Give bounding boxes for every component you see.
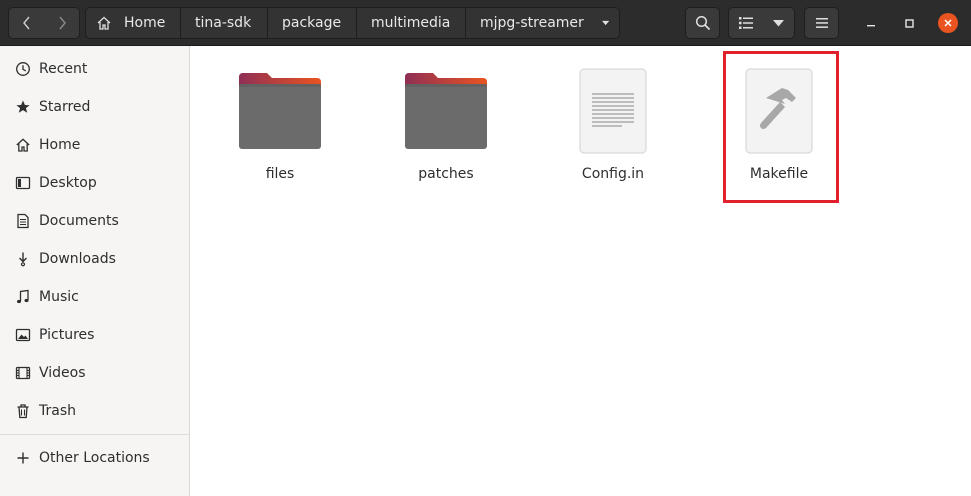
file-item-files[interactable]: files — [220, 56, 340, 186]
sidebar-divider — [0, 434, 189, 435]
sidebar-item-music[interactable]: Music — [0, 278, 189, 316]
file-name: Config.in — [581, 166, 645, 182]
view-options-button[interactable] — [762, 7, 795, 39]
video-icon — [15, 366, 31, 380]
breadcrumb-multimedia[interactable]: multimedia — [357, 7, 466, 39]
home-icon — [16, 138, 30, 152]
sidebar-item-label: Documents — [39, 213, 119, 229]
file-name: patches — [418, 166, 474, 182]
sidebar-item-label: Recent — [39, 61, 88, 77]
sidebar-item-label: Videos — [39, 365, 86, 381]
sidebar-item-label: Home — [39, 137, 81, 153]
music-icon — [17, 289, 29, 304]
sidebar-item-label: Downloads — [39, 251, 116, 267]
header-bar: Home tina-sdk package multimedia mjpg-st… — [0, 0, 971, 46]
minimize-button[interactable] — [861, 13, 881, 33]
back-button[interactable] — [8, 7, 45, 39]
search-icon — [695, 15, 710, 31]
home-icon — [97, 16, 111, 30]
sidebar-item-home[interactable]: Home — [0, 126, 189, 164]
sidebar-item-documents[interactable]: Documents — [0, 202, 189, 240]
list-view-icon — [738, 17, 753, 29]
sidebar-item-label: Starred — [39, 99, 91, 115]
sidebar-item-other-locations[interactable]: Other Locations — [0, 439, 189, 477]
menu-button[interactable] — [804, 7, 839, 39]
sidebar-item-trash[interactable]: Trash — [0, 392, 189, 430]
breadcrumb-label: mjpg-streamer — [480, 15, 584, 31]
plus-icon — [17, 452, 29, 464]
close-button[interactable] — [938, 13, 958, 33]
highlight-box — [723, 51, 839, 203]
maximize-button[interactable] — [899, 13, 919, 33]
sidebar-item-label: Other Locations — [39, 450, 150, 466]
breadcrumb-tina-sdk[interactable]: tina-sdk — [181, 7, 268, 39]
folder-icon — [405, 73, 487, 149]
places-sidebar: Recent Starred Home Desktop Documents Do… — [0, 46, 190, 496]
breadcrumb: Home tina-sdk package multimedia mjpg-st… — [85, 7, 620, 39]
close-icon — [944, 19, 952, 27]
file-name: files — [265, 166, 295, 182]
star-icon — [16, 100, 30, 113]
list-view-button[interactable] — [728, 7, 763, 39]
trash-icon — [17, 404, 29, 419]
minimize-icon — [867, 25, 875, 27]
breadcrumb-label: Home — [124, 15, 166, 31]
file-item-config-in[interactable]: Config.in — [553, 56, 673, 186]
breadcrumb-label: package — [282, 15, 342, 31]
download-icon — [19, 252, 27, 267]
file-view: files patches Config.in Makefile — [191, 46, 971, 496]
sidebar-item-downloads[interactable]: Downloads — [0, 240, 189, 278]
maximize-icon — [904, 18, 914, 28]
hamburger-icon — [815, 18, 828, 28]
search-button[interactable] — [685, 7, 720, 39]
folder-icon-wrap — [235, 66, 325, 156]
clock-icon — [16, 62, 30, 76]
forward-button[interactable] — [44, 7, 80, 39]
sidebar-item-recent[interactable]: Recent — [0, 50, 189, 88]
folder-icon-wrap — [401, 66, 491, 156]
sidebar-item-label: Music — [39, 289, 79, 305]
breadcrumb-label: tina-sdk — [195, 15, 252, 31]
sidebar-item-pictures[interactable]: Pictures — [0, 316, 189, 354]
sidebar-item-starred[interactable]: Starred — [0, 88, 189, 126]
chevron-right-icon — [58, 16, 66, 30]
sidebar-item-videos[interactable]: Videos — [0, 354, 189, 392]
folder-icon — [239, 73, 321, 149]
document-icon — [17, 213, 29, 229]
file-item-patches[interactable]: patches — [386, 56, 506, 186]
sidebar-item-label: Pictures — [39, 327, 95, 343]
chevron-left-icon — [22, 16, 30, 30]
breadcrumb-home[interactable]: Home — [85, 7, 181, 39]
chevron-down-icon — [772, 19, 784, 26]
breadcrumb-mjpg-streamer[interactable]: mjpg-streamer — [466, 7, 620, 39]
chevron-down-icon — [601, 20, 609, 26]
text-file-icon-wrap — [568, 66, 658, 156]
breadcrumb-package[interactable]: package — [268, 7, 357, 39]
text-file-icon — [579, 68, 647, 154]
picture-icon — [15, 328, 31, 342]
sidebar-item-label: Trash — [39, 403, 76, 419]
sidebar-item-label: Desktop — [39, 175, 97, 191]
sidebar-item-desktop[interactable]: Desktop — [0, 164, 189, 202]
desktop-icon — [15, 176, 31, 190]
breadcrumb-label: multimedia — [371, 15, 451, 31]
